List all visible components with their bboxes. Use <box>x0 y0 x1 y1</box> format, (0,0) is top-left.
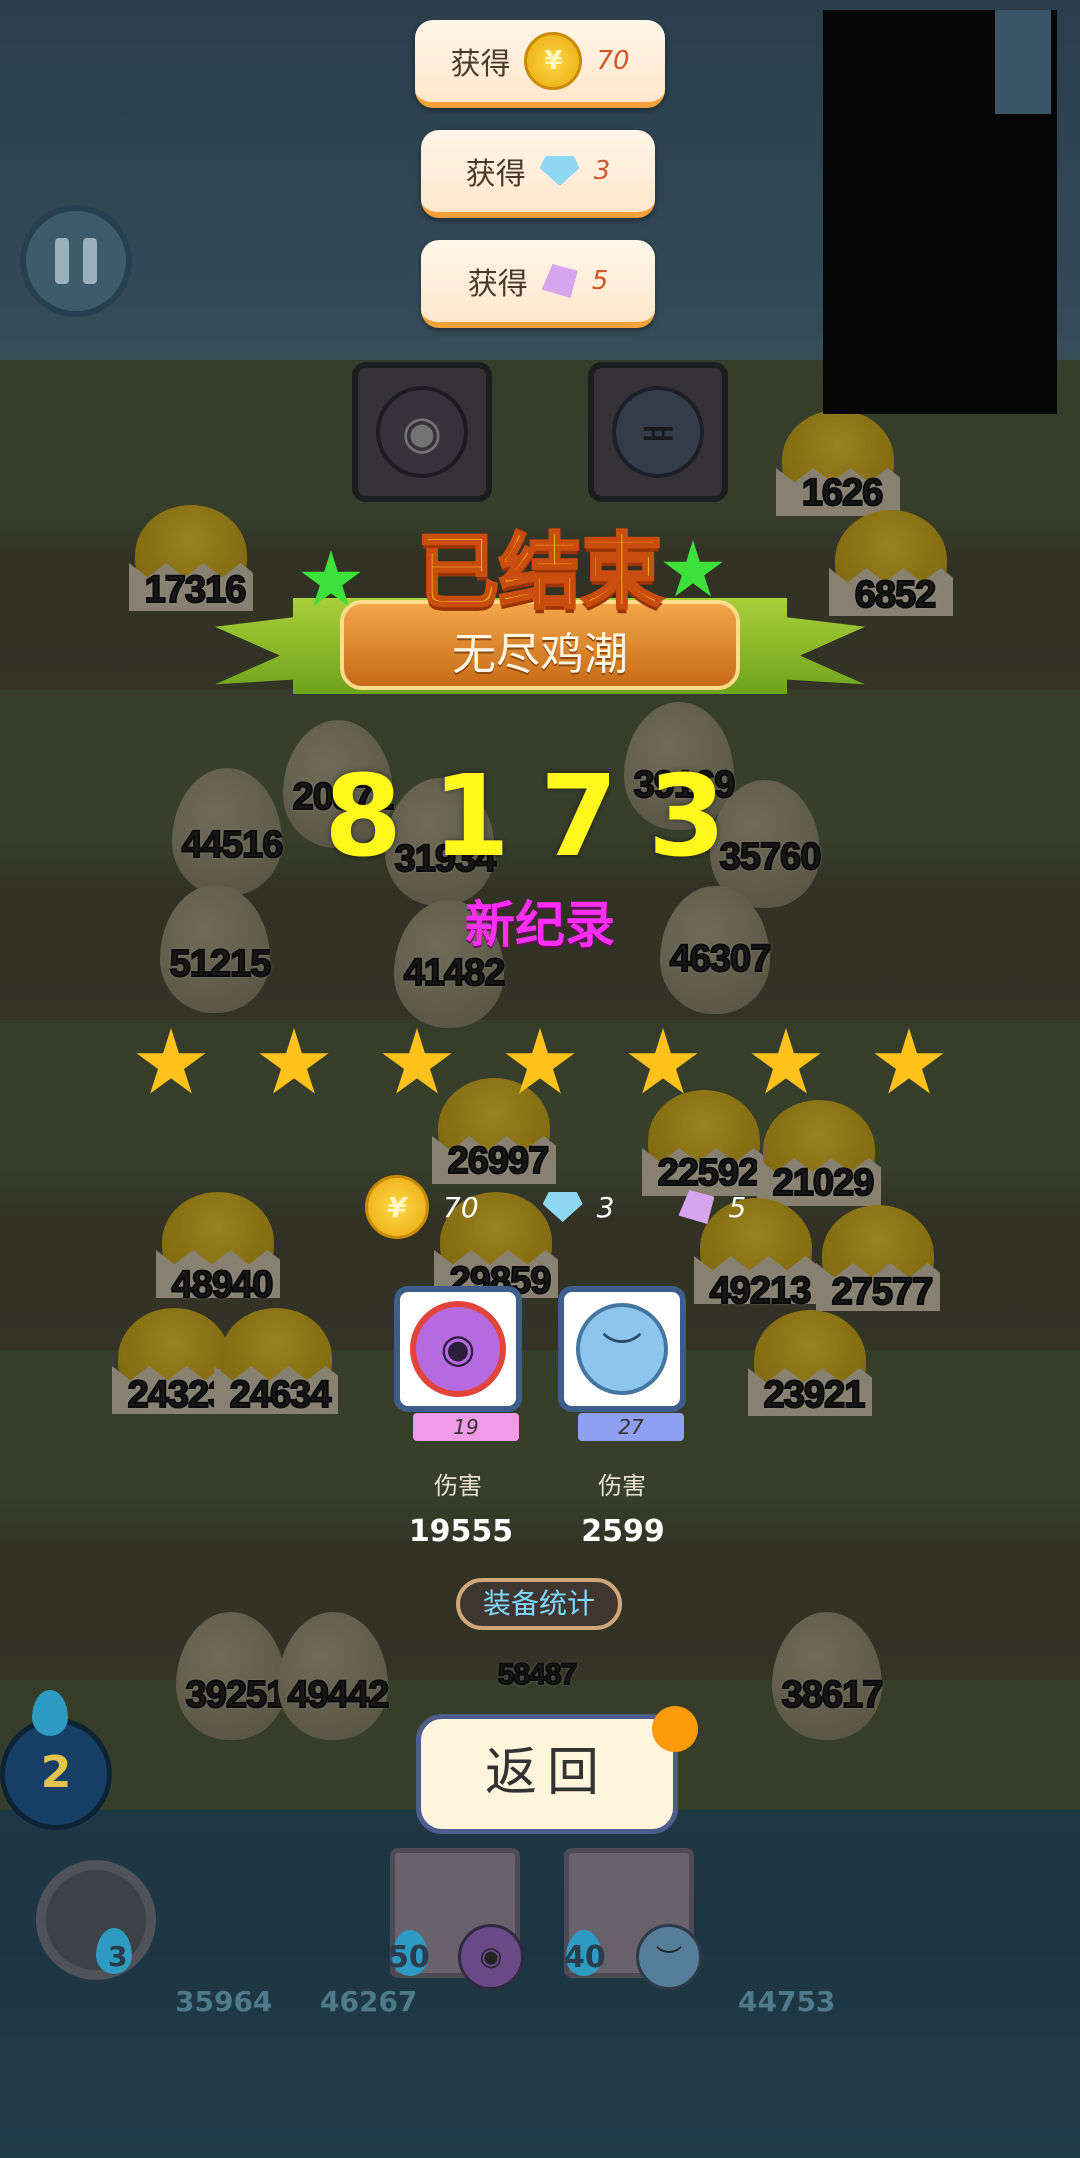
water-drop-icon <box>32 1690 68 1736</box>
damage-value: 2599 <box>581 1514 665 1549</box>
equipment-stats-button[interactable]: 装备统计 <box>456 1578 622 1630</box>
reward-toast-purple-gem: 获得 5 <box>421 240 655 328</box>
purple-gem-icon <box>541 264 578 298</box>
result-title: 已结束 <box>415 524 664 622</box>
new-record-label: 新纪录 <box>465 896 615 954</box>
reward-summary: ¥ 70 3 5 <box>365 1175 746 1239</box>
purple-gem-icon <box>678 1190 715 1224</box>
blue-frown-pet-icon: ︶ <box>576 1303 668 1395</box>
reward-toast-blue-gem: 获得 3 <box>421 130 655 218</box>
damage-label: 伤害 <box>434 1472 482 1500</box>
slot-cost: 50 <box>388 1940 430 1975</box>
damage-value: 19555 <box>408 1514 514 1549</box>
star-icon <box>751 1028 821 1094</box>
star-icon <box>628 1028 698 1094</box>
star-rating <box>135 1028 945 1100</box>
star-icon <box>136 1028 206 1094</box>
final-score: 8173 <box>324 752 756 882</box>
coin-icon: ¥ <box>524 32 583 90</box>
star-icon <box>505 1028 575 1094</box>
coin-icon: ¥ <box>365 1175 429 1239</box>
damage-label: 伤害 <box>598 1472 646 1500</box>
target-icon[interactable] <box>36 1860 156 1980</box>
game-mode-label: 无尽鸡潮 <box>452 629 628 680</box>
pet-card-blue-frown[interactable]: ︶ <box>558 1286 686 1412</box>
pet-level-tag: 19 <box>413 1413 519 1441</box>
ghost-hp: 44753 <box>738 1985 836 2018</box>
blue-gem-icon <box>542 1192 583 1222</box>
ghost-hp: 35964 <box>175 1985 273 2018</box>
reward-toast-coin: 获得 ¥ 70 <box>415 20 665 108</box>
ghost-hp: 46267 <box>320 1985 418 2018</box>
target-count: 3 <box>108 1940 128 1973</box>
purple-pet-mini-icon: ◉ <box>458 1924 524 1990</box>
back-button[interactable]: 返回 <box>416 1714 678 1834</box>
blue-gem-icon <box>539 156 580 186</box>
pet-card-headphone[interactable]: ◉ <box>394 1286 522 1412</box>
notification-dot <box>652 1706 698 1752</box>
star-icon <box>382 1028 452 1094</box>
blue-frown-mini-icon: ︶ <box>636 1924 702 1990</box>
slot-cost: 40 <box>564 1940 606 1975</box>
pet-level-tag: 27 <box>578 1413 684 1441</box>
star-icon <box>874 1028 944 1094</box>
star-icon <box>259 1028 329 1094</box>
headphone-purple-pet-icon: ◉ <box>410 1301 506 1397</box>
pause-button[interactable] <box>20 205 132 317</box>
video-thumbnail <box>823 10 1057 414</box>
